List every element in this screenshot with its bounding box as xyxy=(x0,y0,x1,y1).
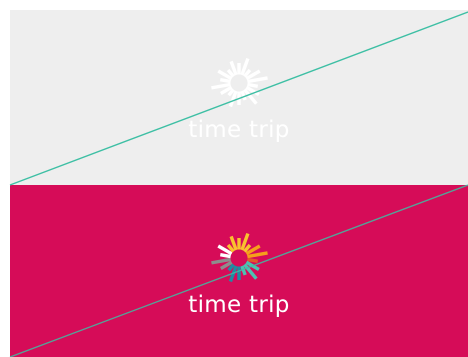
logo-dark-mark xyxy=(211,232,268,283)
logo-burst-ray xyxy=(237,91,241,105)
logo-burst-ray xyxy=(237,238,241,250)
logo-dark-wordmark: time trip xyxy=(188,292,290,318)
logo-light-wordmark: time trip xyxy=(188,117,290,143)
logo-burst-ray xyxy=(237,63,241,75)
logo-burst-ray xyxy=(237,266,241,280)
logo-light-panel: time trip xyxy=(10,10,468,185)
logo-light-mark xyxy=(211,57,268,108)
logo-dark-panel: time trip xyxy=(10,185,468,357)
logo-light: time trip xyxy=(10,50,468,144)
logo-dark: time trip xyxy=(10,225,468,319)
